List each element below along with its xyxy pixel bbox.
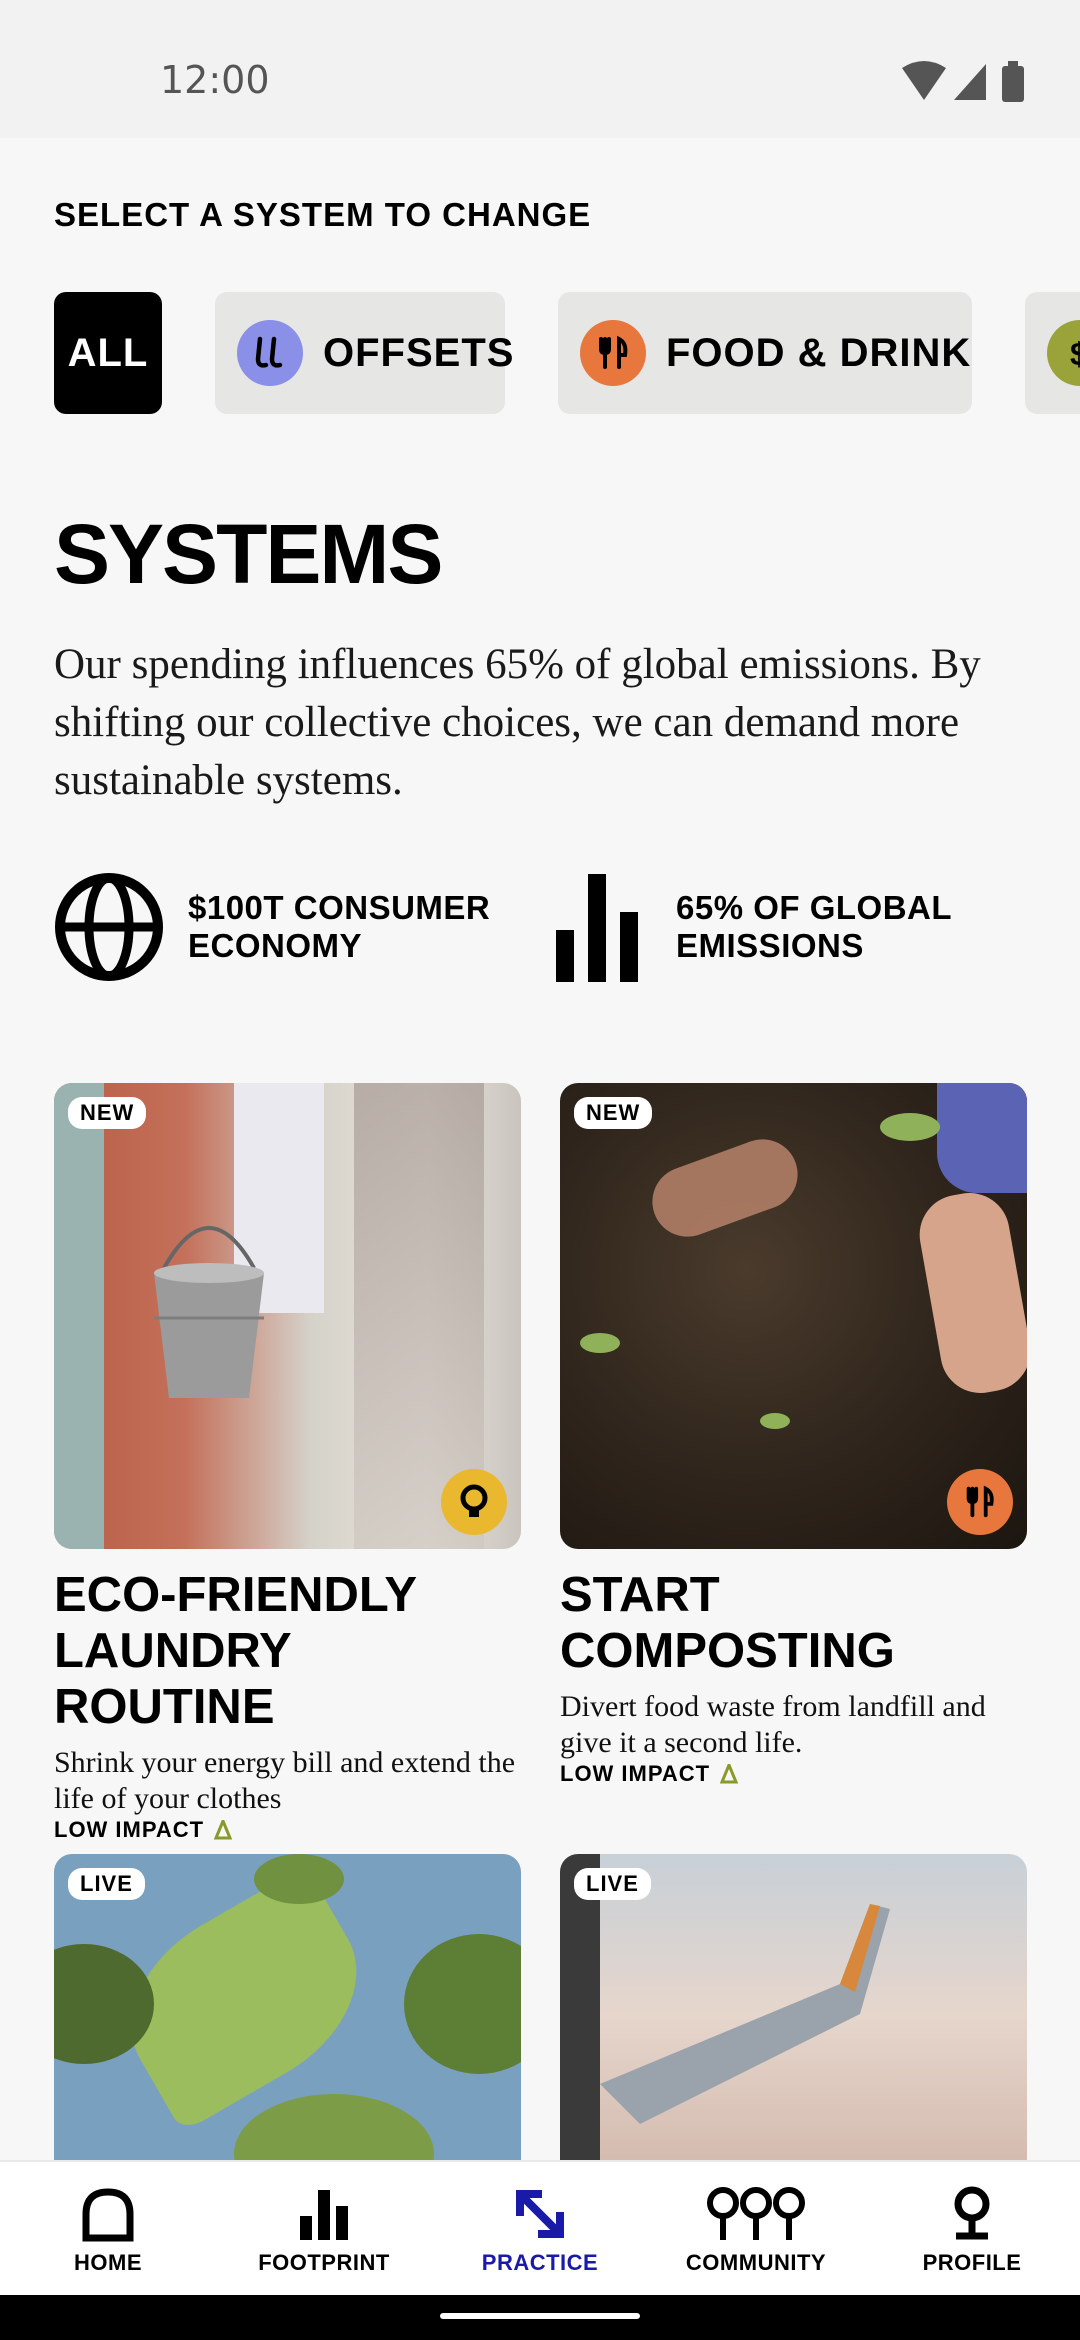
nav-label: FOOTPRINT [258, 2250, 390, 2275]
offsets-icon [237, 320, 303, 386]
status-badge: NEW [574, 1097, 653, 1129]
card-image: LIVE [54, 1854, 521, 2174]
section-label: SELECT A SYSTEM TO CHANGE [54, 196, 592, 233]
card-title-line: ECO-FRIENDLY [54, 1568, 418, 1622]
airplane-wing-illustration [600, 1904, 890, 2124]
impact-label: LOW IMPACT [54, 1817, 205, 1842]
status-badge: LIVE [574, 1868, 651, 1900]
bottom-navigation: HOME FOOTPRINT PRACTICE COMMUNITY PROFIL… [0, 2160, 1080, 2297]
impact-level: LOW IMPACT [560, 1761, 1027, 1787]
footprint-icon [300, 2190, 348, 2240]
card-description: Shrink your energy bill and extend the l… [54, 1746, 516, 1815]
stat-line: $100T CONSUMER [188, 889, 491, 926]
status-time: 12:00 [160, 58, 270, 102]
status-icons [902, 61, 1024, 102]
status-bar: 12:00 [0, 0, 1080, 138]
svg-text:$: $ [1070, 336, 1080, 372]
chip-label: ALL [67, 330, 149, 375]
bucket-illustration [154, 1226, 264, 1398]
system-filter-chips: ALL OFFSETS FOOD & DRINK $ [0, 292, 1080, 414]
chip-food-drink[interactable]: FOOD & DRINK [558, 292, 972, 414]
stat-global-emissions: 65% OF GLOBAL EMISSIONS [554, 872, 952, 982]
chip-offsets[interactable]: OFFSETS [215, 292, 513, 414]
status-badge: LIVE [68, 1868, 145, 1900]
nav-label: COMMUNITY [685, 2250, 827, 2275]
fork-knife-icon [580, 320, 646, 386]
lightbulb-icon [441, 1469, 507, 1535]
card-title-line: LAUNDRY ROUTINE [54, 1624, 291, 1734]
card-title: START COMPOSTING [560, 1567, 1027, 1679]
nav-label: HOME [74, 2250, 142, 2275]
nav-profile[interactable]: PROFILE [864, 2162, 1080, 2297]
nav-home[interactable]: HOME [0, 2162, 216, 2297]
practice-icon [516, 2190, 564, 2238]
practice-card-laundry[interactable]: NEW ECO-FRIENDLY LAUNDRY ROUTINE Shrink … [54, 1083, 521, 1843]
intro-text: Our spending influences 65% of global em… [54, 641, 981, 804]
fork-knife-icon [947, 1469, 1013, 1535]
impact-icon [214, 1820, 233, 1840]
impact-level: LOW IMPACT [54, 1817, 521, 1843]
profile-icon [954, 2186, 990, 2240]
community-icon [707, 2187, 805, 2240]
impact-label: LOW IMPACT [560, 1761, 711, 1786]
wifi-icon [902, 61, 946, 100]
chip-label: OFFSETS [323, 330, 515, 375]
signal-icon [954, 64, 986, 100]
home-gesture-handle[interactable] [440, 2313, 640, 2319]
nav-label: PROFILE [922, 2250, 1022, 2275]
globe-icon [55, 873, 163, 981]
card-title: ECO-FRIENDLY LAUNDRY ROUTINE [54, 1567, 521, 1735]
nav-footprint[interactable]: FOOTPRINT [216, 2162, 432, 2297]
stat-consumer-economy: $100T CONSUMER ECONOMY [54, 872, 490, 982]
stat-line: 65% OF GLOBAL [676, 889, 953, 926]
stat-line: EMISSIONS [676, 927, 864, 964]
nav-label: PRACTICE [481, 2250, 599, 2275]
bar-chart-icon [556, 874, 638, 982]
chip-finance[interactable]: $ [1025, 292, 1080, 414]
status-badge: NEW [68, 1097, 147, 1129]
system-gesture-bar [0, 2295, 1080, 2340]
card-title-line: COMPOSTING [560, 1624, 895, 1678]
page-title: SYSTEMS [54, 507, 443, 601]
chip-all[interactable]: ALL [54, 292, 162, 414]
battery-icon [1002, 66, 1024, 102]
card-image: LIVE [560, 1854, 1027, 2174]
nav-community[interactable]: COMMUNITY [648, 2162, 864, 2297]
card-image: NEW [560, 1083, 1027, 1549]
impact-icon [720, 1764, 739, 1784]
chip-label: FOOD & DRINK [666, 330, 972, 375]
practice-card-flights[interactable]: LIVE [560, 1854, 1027, 2174]
nav-practice[interactable]: PRACTICE [432, 2162, 648, 2297]
card-description: Divert food waste from landfill and give… [560, 1690, 986, 1759]
practice-card-composting[interactable]: NEW START COMPOSTING Divert food waste f… [560, 1083, 1027, 1787]
card-title-line: START [560, 1568, 720, 1622]
practice-card-plants[interactable]: LIVE [54, 1854, 521, 2174]
home-icon [82, 2188, 134, 2242]
card-image: NEW [54, 1083, 521, 1549]
dollar-icon: $ [1047, 320, 1080, 386]
stat-line: ECONOMY [188, 927, 363, 964]
